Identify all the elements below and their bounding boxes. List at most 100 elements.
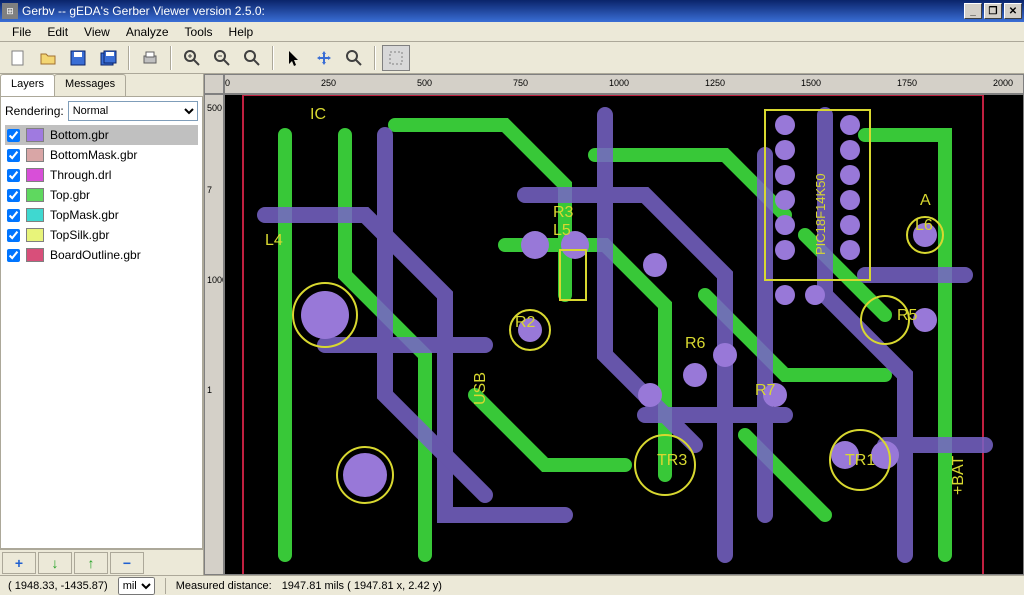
layer-name-label: Bottom.gbr xyxy=(50,128,109,142)
layer-color-swatch[interactable] xyxy=(26,128,44,142)
canvas[interactable]: L4 L5 L6 A R2 R3 R5 R6 R7 TR1 TR3 USB PI… xyxy=(224,94,1024,575)
ruler-tick-label: 7 xyxy=(207,185,212,195)
layer-up-button[interactable]: ↑ xyxy=(74,552,108,574)
layer-name-label: TopSilk.gbr xyxy=(50,228,109,242)
zoom-in-button[interactable] xyxy=(178,45,206,71)
layer-visibility-checkbox[interactable] xyxy=(7,149,20,162)
layer-name-label: BoardOutline.gbr xyxy=(50,248,141,262)
minimize-button[interactable]: _ xyxy=(964,3,982,19)
unit-select[interactable]: mil xyxy=(118,577,155,595)
ruler-tick-label: 2000 xyxy=(993,78,1013,88)
tab-layers[interactable]: Layers xyxy=(0,74,55,96)
svg-text:L4: L4 xyxy=(265,232,283,249)
layer-row[interactable]: BoardOutline.gbr xyxy=(5,245,198,265)
layer-row[interactable]: BottomMask.gbr xyxy=(5,145,198,165)
ruler-tick-label: 0 xyxy=(225,78,230,88)
toolbar-separator xyxy=(170,46,172,70)
open-button[interactable] xyxy=(34,45,62,71)
layer-color-swatch[interactable] xyxy=(26,208,44,222)
save-all-button[interactable] xyxy=(94,45,122,71)
pan-tool-button[interactable] xyxy=(310,45,338,71)
toolbar xyxy=(0,42,1024,74)
layer-down-button[interactable]: ↓ xyxy=(38,552,72,574)
save-button[interactable] xyxy=(64,45,92,71)
layer-visibility-checkbox[interactable] xyxy=(7,129,20,142)
layer-row[interactable]: TopMask.gbr xyxy=(5,205,198,225)
ruler-tick-label: 500 xyxy=(207,103,222,113)
zoom-tool-button[interactable] xyxy=(340,45,368,71)
menu-view[interactable]: View xyxy=(76,23,118,41)
toolbar-separator xyxy=(272,46,274,70)
layers-panel: Rendering: Normal Bottom.gbr BottomMask.g… xyxy=(0,96,203,549)
ruler-tick-label: 1250 xyxy=(705,78,725,88)
pointer-tool-button[interactable] xyxy=(280,45,308,71)
layer-row[interactable]: Top.gbr xyxy=(5,185,198,205)
layer-toolbar: + ↓ ↑ − xyxy=(0,549,203,575)
layer-visibility-checkbox[interactable] xyxy=(7,249,20,262)
layer-visibility-checkbox[interactable] xyxy=(7,229,20,242)
layer-row[interactable]: Through.drl xyxy=(5,165,198,185)
toolbar-separator xyxy=(128,46,130,70)
svg-text:R7: R7 xyxy=(755,382,776,399)
layer-name-label: TopMask.gbr xyxy=(50,208,119,222)
measure-tool-button[interactable] xyxy=(382,45,410,71)
layer-color-swatch[interactable] xyxy=(26,188,44,202)
panel-tabs: Layers Messages xyxy=(0,74,203,96)
add-layer-button[interactable]: + xyxy=(2,552,36,574)
layer-name-label: BottomMask.gbr xyxy=(50,148,137,162)
svg-text:R6: R6 xyxy=(685,335,706,352)
layer-visibility-checkbox[interactable] xyxy=(7,169,20,182)
status-coords: ( 1948.33, -1435.87) xyxy=(8,580,108,592)
close-button[interactable]: ✕ xyxy=(1004,3,1022,19)
layer-visibility-checkbox[interactable] xyxy=(7,189,20,202)
maximize-button[interactable]: ❐ xyxy=(984,3,1002,19)
layer-color-swatch[interactable] xyxy=(26,168,44,182)
ruler-tick-label: 1750 xyxy=(897,78,917,88)
layer-name-label: Through.drl xyxy=(50,168,111,182)
layer-color-swatch[interactable] xyxy=(26,248,44,262)
menu-analyze[interactable]: Analyze xyxy=(118,23,177,41)
app-icon: ⊞ xyxy=(2,3,18,19)
svg-text:R3: R3 xyxy=(553,204,574,221)
svg-text:L6: L6 xyxy=(915,217,933,234)
svg-text:+BAT: +BAT xyxy=(950,456,967,496)
rendering-label: Rendering: xyxy=(5,104,64,118)
main-area: Layers Messages Rendering: Normal Bottom… xyxy=(0,74,1024,575)
status-bar: ( 1948.33, -1435.87) mil Measured distan… xyxy=(0,575,1024,595)
menu-edit[interactable]: Edit xyxy=(39,23,76,41)
layer-visibility-checkbox[interactable] xyxy=(7,209,20,222)
ruler-tick-label: 1000 xyxy=(609,78,629,88)
ruler-vertical: 500710001 xyxy=(204,94,224,575)
remove-layer-button[interactable]: − xyxy=(110,552,144,574)
ruler-horizontal: 025050075010001250150017502000 xyxy=(224,74,1024,94)
svg-text:R2: R2 xyxy=(515,314,536,331)
rendering-select[interactable]: Normal xyxy=(68,101,198,121)
menu-tools[interactable]: Tools xyxy=(177,23,221,41)
menu-file[interactable]: File xyxy=(4,23,39,41)
svg-text:L5: L5 xyxy=(553,222,571,239)
tab-messages[interactable]: Messages xyxy=(54,74,126,96)
ruler-tick-label: 750 xyxy=(513,78,528,88)
zoom-out-button[interactable] xyxy=(208,45,236,71)
measured-value: 1947.81 mils ( 1947.81 x, 2.42 y) xyxy=(282,580,442,592)
svg-text:A: A xyxy=(920,192,931,209)
layer-list: Bottom.gbr BottomMask.gbr Through.drl Top.g… xyxy=(5,125,198,544)
layer-row[interactable]: Bottom.gbr xyxy=(5,125,198,145)
new-button[interactable] xyxy=(4,45,32,71)
toolbar-separator xyxy=(374,46,376,70)
pcb-drawing: L4 L5 L6 A R2 R3 R5 R6 R7 TR1 TR3 USB PI… xyxy=(225,95,1024,575)
ruler-tick-label: 1500 xyxy=(801,78,821,88)
menu-help[interactable]: Help xyxy=(221,23,262,41)
canvas-area: 025050075010001250150017502000 500710001 xyxy=(204,74,1024,575)
measured-label: Measured distance: xyxy=(176,580,272,592)
menu-bar: File Edit View Analyze Tools Help xyxy=(0,22,1024,42)
print-button[interactable] xyxy=(136,45,164,71)
title-bar: ⊞ Gerbv -- gEDA's Gerber Viewer version … xyxy=(0,0,1024,22)
zoom-fit-button[interactable] xyxy=(238,45,266,71)
layer-row[interactable]: TopSilk.gbr xyxy=(5,225,198,245)
svg-text:R5: R5 xyxy=(897,307,918,324)
layer-color-swatch[interactable] xyxy=(26,228,44,242)
status-separator xyxy=(165,578,166,594)
layer-color-swatch[interactable] xyxy=(26,148,44,162)
window-title: Gerbv -- gEDA's Gerber Viewer version 2.… xyxy=(22,4,962,18)
